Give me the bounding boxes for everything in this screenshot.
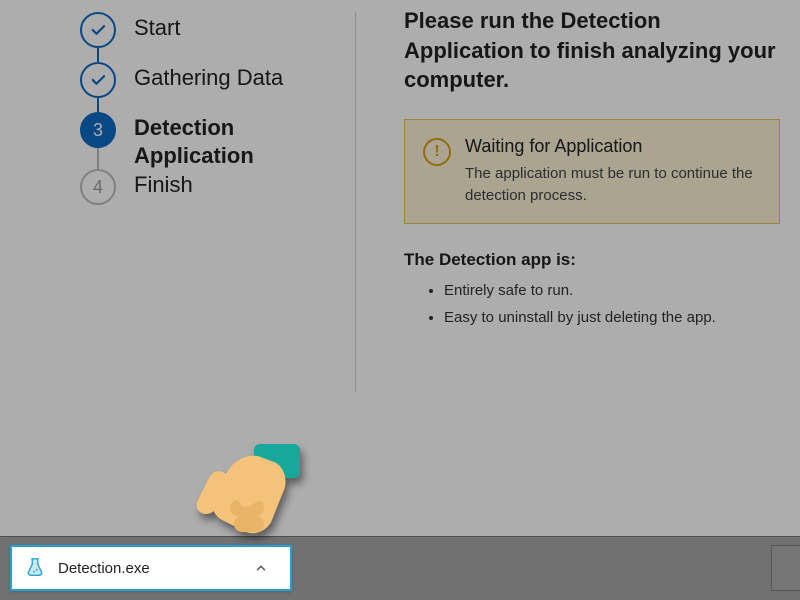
instruction-text: Please run the Detection Application to …: [404, 6, 780, 95]
wizard-stepper: Start Gathering Data 3 Detection Applica…: [0, 0, 355, 530]
show-all-button[interactable]: [771, 545, 800, 591]
step-label: Gathering Data: [134, 62, 283, 92]
waiting-alert: ! Waiting for Application The applicatio…: [404, 119, 780, 224]
step-label: Finish: [134, 169, 193, 199]
step-finish[interactable]: 4 Finish: [80, 169, 355, 219]
download-chip[interactable]: Detection.exe: [10, 545, 292, 591]
list-item: Easy to uninstall by just deleting the a…: [444, 307, 780, 328]
check-icon: [80, 62, 116, 98]
detection-app-bullets: Entirely safe to run. Easy to uninstall …: [404, 280, 780, 328]
step-number-icon: 3: [80, 112, 116, 148]
step-label: Detection Application: [134, 112, 355, 169]
step-gathering-data[interactable]: Gathering Data: [80, 62, 355, 112]
main-panel: Please run the Detection Application to …: [356, 0, 800, 530]
list-item: Entirely safe to run.: [444, 280, 780, 301]
step-start[interactable]: Start: [80, 12, 355, 62]
file-icon: [24, 557, 46, 579]
check-icon: [80, 12, 116, 48]
chevron-up-icon[interactable]: [254, 561, 280, 575]
step-label: Start: [134, 12, 180, 42]
step-number-icon: 4: [80, 169, 116, 205]
warning-icon: !: [423, 138, 451, 166]
alert-title: Waiting for Application: [465, 136, 761, 157]
alert-description: The application must be run to continue …: [465, 163, 761, 207]
download-filename: Detection.exe: [58, 560, 254, 577]
step-detection-application[interactable]: 3 Detection Application: [80, 112, 355, 169]
detection-app-heading: The Detection app is:: [404, 250, 780, 270]
